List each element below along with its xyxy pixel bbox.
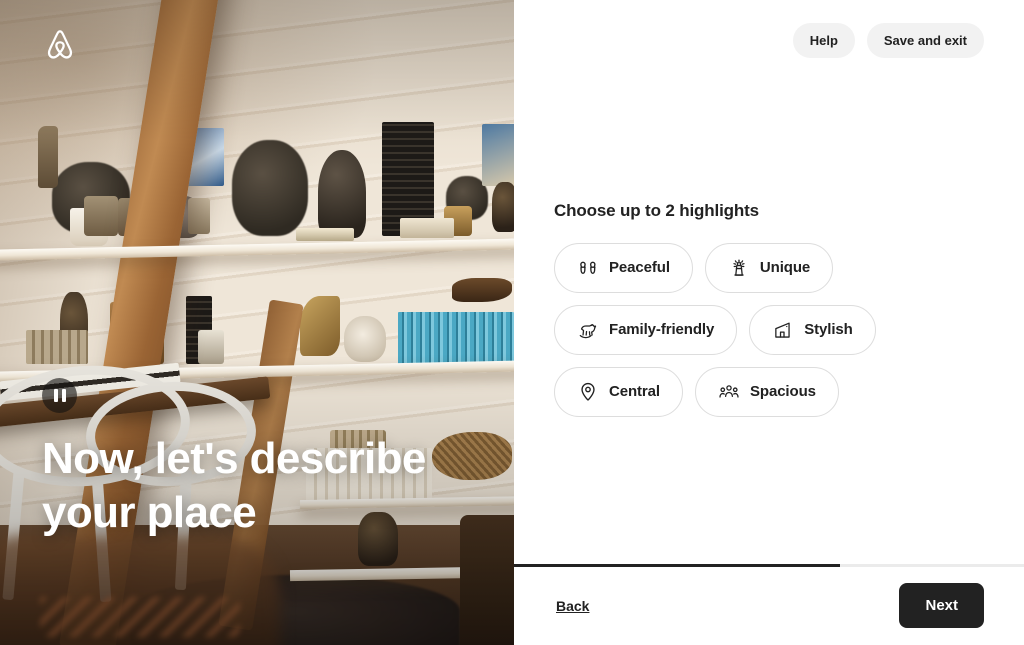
- highlight-chip-spacious[interactable]: Spacious: [694, 366, 839, 417]
- photo-whale-figure: [452, 278, 512, 302]
- photo-dark-chair-right: [460, 515, 514, 645]
- photo-animal-figurine: [492, 182, 514, 232]
- highlight-chip-central[interactable]: Central: [554, 366, 683, 417]
- house-roof-icon: [775, 322, 790, 338]
- form-content: Choose up to 2 highlights Peaceful Uniqu…: [514, 80, 1024, 565]
- help-button[interactable]: Help: [792, 22, 855, 58]
- footer-bar: Back Next: [514, 564, 1024, 645]
- form-panel: Help Save and exit Choose up to 2 highli…: [514, 0, 1024, 645]
- listing-editor-screen: Now, let's describe your place Help Save…: [0, 0, 1024, 645]
- progress-track: [514, 564, 1024, 567]
- slippers-icon: [580, 261, 596, 274]
- highlight-chip-label: Unique: [759, 259, 811, 276]
- hero-media-panel: Now, let's describe your place: [0, 0, 514, 645]
- next-button[interactable]: Next: [899, 583, 984, 628]
- highlight-chip-label: Family-friendly: [609, 321, 715, 338]
- photo-book-a: [296, 228, 354, 241]
- progress-fill: [514, 564, 841, 567]
- highlight-chip-peaceful[interactable]: Peaceful: [554, 242, 693, 293]
- people-group-icon: [719, 384, 739, 398]
- highlight-chip-family-friendly[interactable]: Family-friendly: [554, 304, 738, 355]
- pause-icon: [53, 389, 58, 402]
- section-title: Choose up to 2 highlights: [554, 200, 759, 220]
- back-button[interactable]: Back: [554, 592, 591, 620]
- hero-title: Now, let's describe your place: [42, 434, 426, 537]
- photo-bust-sculpture: [318, 150, 366, 238]
- map-pin-icon: [581, 382, 595, 400]
- highlight-chip-label: Peaceful: [609, 259, 670, 276]
- photo-antler-object: [300, 296, 340, 356]
- photo-jar: [188, 198, 210, 234]
- photo-art-c: [482, 124, 514, 186]
- airbnb-belo-logo[interactable]: [44, 28, 76, 62]
- top-bar: Help Save and exit: [514, 0, 1024, 80]
- photo-driftwood: [38, 126, 58, 188]
- rocking-horse-icon: [579, 323, 597, 338]
- pause-icon-bar-2: [61, 389, 66, 402]
- pause-video-button[interactable]: [42, 378, 77, 413]
- save-and-exit-button[interactable]: Save and exit: [866, 22, 984, 58]
- photo-book-b: [400, 218, 454, 238]
- highlight-chip-stylish[interactable]: Stylish: [749, 304, 876, 355]
- highlights-chip-group: Peaceful Unique Family-friendly Stylish …: [554, 242, 954, 417]
- highlight-chip-label: Central: [609, 383, 660, 400]
- photo-textile-pattern: [40, 597, 240, 637]
- lighthouse-icon: [733, 258, 745, 276]
- photo-vase-a: [84, 196, 118, 236]
- photo-hanging-plant: [232, 140, 308, 236]
- highlight-chip-label: Stylish: [804, 321, 853, 338]
- hero-background-photo: [0, 0, 514, 645]
- highlight-chip-label: Spacious: [749, 383, 816, 400]
- photo-books-stack: [26, 330, 88, 364]
- highlight-chip-unique[interactable]: Unique: [704, 242, 834, 293]
- photo-blue-books: [398, 312, 514, 364]
- photo-coral: [344, 316, 386, 362]
- photo-mug: [198, 330, 224, 364]
